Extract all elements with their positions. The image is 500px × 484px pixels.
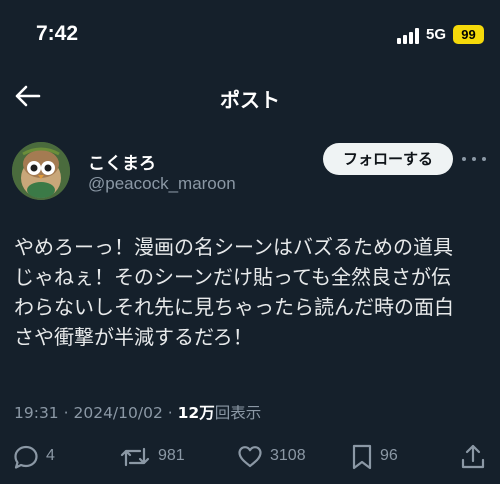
reply-count: 4 [46, 447, 55, 464]
view-label: 回表示 [214, 404, 262, 422]
repost-icon [120, 447, 150, 467]
view-count: 12万 [177, 404, 215, 422]
meta-separator: · [63, 404, 69, 422]
bookmark-count: 96 [380, 447, 398, 464]
heart-icon [238, 446, 262, 468]
display-name[interactable]: こくまろ [88, 149, 156, 174]
like-count: 3108 [270, 447, 306, 464]
share-icon [461, 444, 485, 469]
bookmark-icon [352, 444, 372, 470]
more-options-icon[interactable] [462, 157, 488, 163]
repost-button[interactable]: 981 [120, 443, 200, 471]
bookmark-button[interactable]: 96 [350, 443, 410, 471]
reply-icon [14, 445, 38, 469]
status-time: 7:42 [36, 22, 79, 45]
avatar[interactable] [12, 142, 70, 200]
post-meta: 19:31 · 2024/10/02 · 12万回表示 [14, 401, 261, 423]
page-title: ポスト [220, 88, 280, 112]
post-date[interactable]: 2024/10/02 [73, 404, 162, 422]
user-handle[interactable]: @peacock_maroon [88, 174, 236, 194]
reply-button[interactable]: 4 [12, 443, 72, 471]
network-label: 5G [426, 26, 447, 43]
meta-separator: · [167, 404, 173, 422]
post-text: やめろーっ！漫画の名シーンはバズるための道具 じゃねぇ！そのシーンだけ貼っても全… [14, 235, 454, 349]
like-button[interactable]: 3108 [236, 443, 326, 471]
repost-count: 981 [158, 447, 185, 464]
share-button[interactable] [460, 443, 486, 471]
follow-button[interactable]: フォローする [323, 143, 453, 175]
signal-icon [397, 28, 421, 44]
battery-icon: 99 [453, 25, 484, 44]
post-time[interactable]: 19:31 [14, 404, 59, 422]
